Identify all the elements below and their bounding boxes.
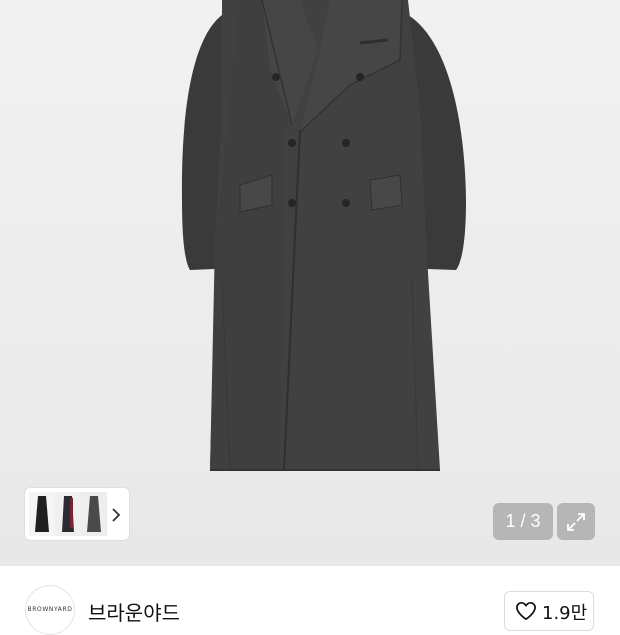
product-image-gallery[interactable]: 1 / 3 [0, 0, 620, 566]
expand-button[interactable] [557, 503, 595, 540]
like-button[interactable]: 1.9만 [504, 591, 594, 631]
page-indicator: 1 / 3 [493, 503, 553, 540]
heart-outline-icon [516, 601, 536, 621]
brand-name[interactable]: 브라운야드 [88, 597, 180, 626]
thumbnail-3[interactable] [81, 492, 107, 536]
brand-bar: BROWNYARD 브라운야드 1.9만 [0, 566, 620, 635]
like-count: 1.9만 [542, 603, 588, 624]
expand-arrows-icon [567, 512, 585, 531]
brand-logo-text: BROWNYARD [27, 606, 73, 613]
chevron-right-icon[interactable] [111, 507, 121, 523]
thumbnail-1[interactable] [29, 492, 55, 536]
thumbnail-2[interactable] [55, 492, 81, 536]
thumbnail-strip[interactable] [25, 488, 129, 540]
product-image-coat [181, 0, 466, 471]
brand-logo[interactable]: BROWNYARD [25, 585, 75, 635]
